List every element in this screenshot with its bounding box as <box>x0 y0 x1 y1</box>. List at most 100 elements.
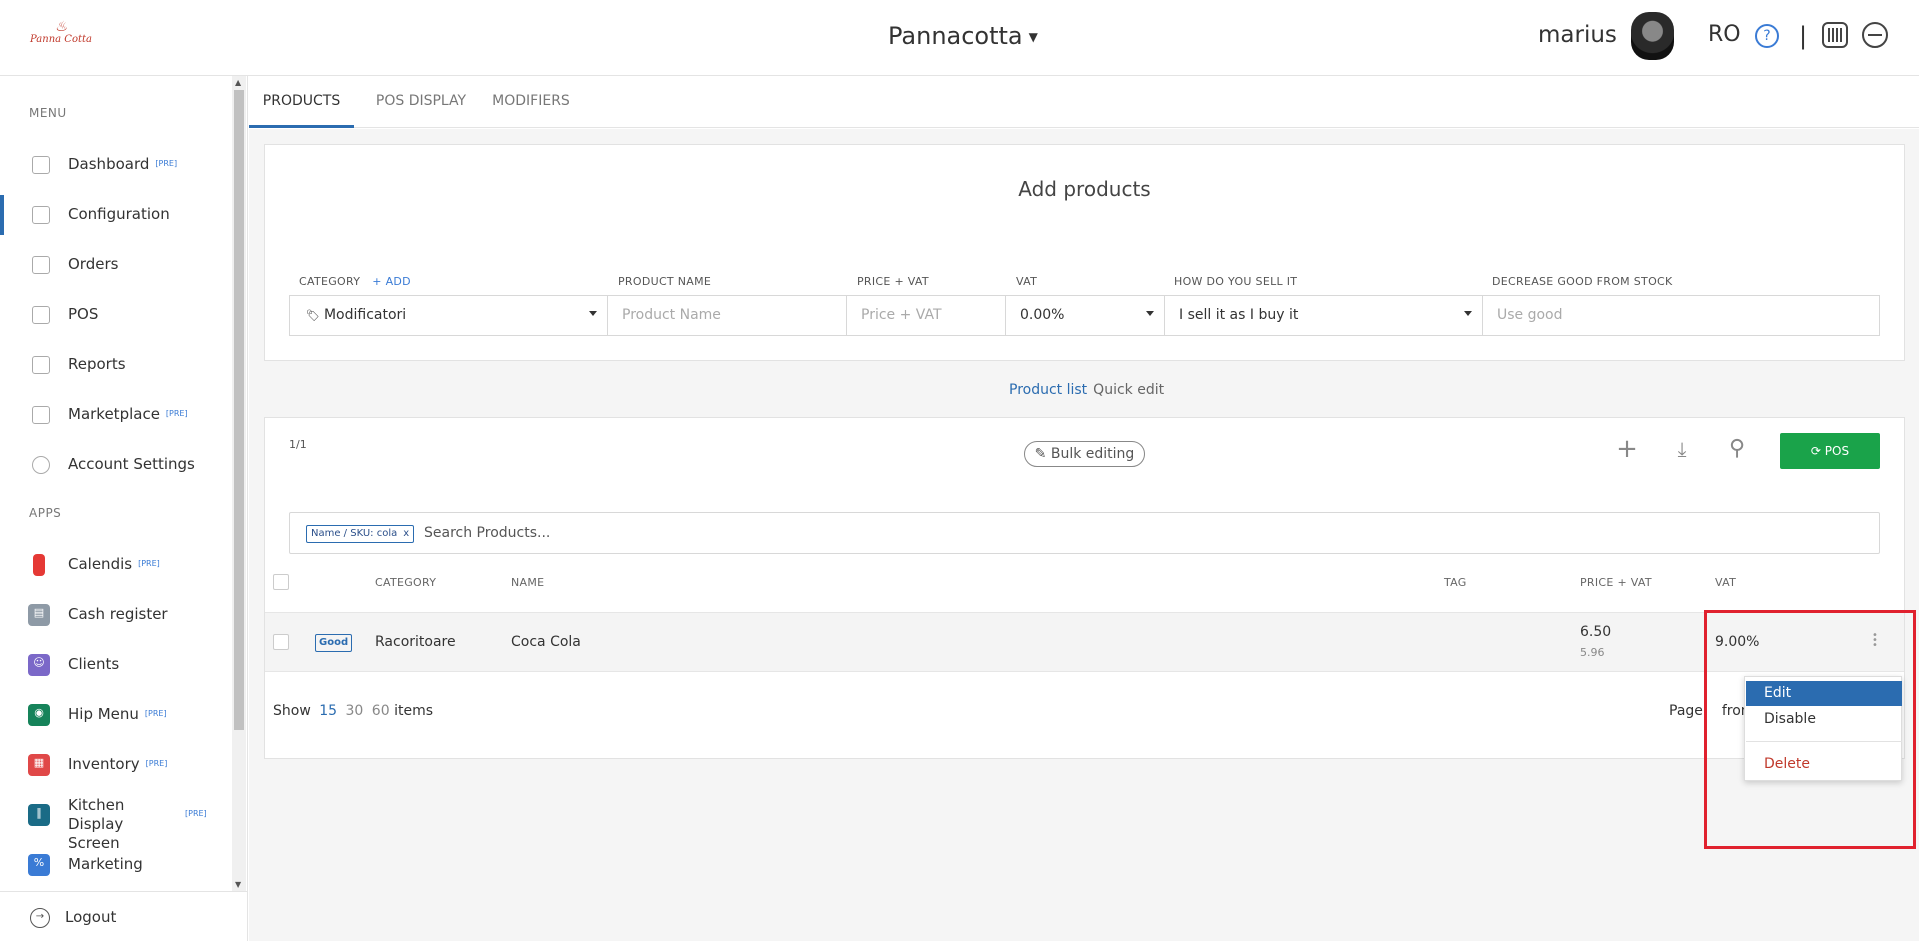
vat-select[interactable]: 0.00% <box>1006 296 1165 335</box>
sidebar-item-reports[interactable]: Reports <box>0 345 232 385</box>
language-switch[interactable]: RO <box>1708 22 1741 47</box>
logout-button[interactable]: → Logout <box>0 891 247 941</box>
row-price-net: 5.96 <box>1580 646 1605 659</box>
avatar[interactable] <box>1631 12 1674 60</box>
pencil-icon: ✎ <box>1034 446 1051 462</box>
gear-icon <box>32 456 50 474</box>
sidebar-item-label: Marketplace <box>68 405 160 423</box>
sidebar-scrollbar[interactable]: ▲ ▼ <box>232 76 246 891</box>
cart-icon <box>32 406 50 424</box>
kitchen-icon: ‖ <box>28 804 50 826</box>
scroll-down-icon[interactable]: ▼ <box>235 880 241 889</box>
search-icon[interactable]: ⚲ <box>1722 434 1752 464</box>
close-icon[interactable]: x <box>403 528 409 539</box>
barcode-icon[interactable] <box>1822 22 1848 48</box>
column-header-name[interactable]: NAME <box>511 576 544 589</box>
scrollbar-thumb[interactable] <box>234 90 244 730</box>
page-size-selector: Show 15 30 60 items <box>273 703 433 719</box>
add-category-link[interactable]: + ADD <box>372 275 411 288</box>
help-icon[interactable]: ? <box>1755 24 1779 48</box>
add-icon[interactable]: + <box>1612 434 1642 464</box>
tab-modifiers[interactable]: MODIFIERS <box>486 76 576 128</box>
sidebar-item-inventory[interactable]: ▦ Inventory [PRE] <box>0 745 232 785</box>
cash-register-icon: ▤ <box>28 604 50 626</box>
tab-products[interactable]: PRODUCTS <box>249 76 354 128</box>
category-label-text: CATEGORY <box>299 275 361 288</box>
search-input[interactable]: Search Products... <box>424 525 550 541</box>
sidebar-item-account-settings[interactable]: Account Settings <box>0 445 232 485</box>
venue-selector[interactable]: Pannacotta ▼ <box>888 22 1038 50</box>
sidebar-item-label: Cash register <box>68 605 168 623</box>
column-header-vat[interactable]: VAT <box>1715 576 1736 589</box>
type-badge: Good <box>315 634 353 652</box>
sidebar-item-kitchen-display[interactable]: ‖ Kitchen Display Screen [PRE] <box>0 795 232 852</box>
row-checkbox[interactable] <box>273 634 289 650</box>
top-header: ♨ Panna Cotta Pannacotta ▼ marius RO ? | <box>0 0 1919 76</box>
pos-sync-button[interactable]: ⟳ POS <box>1780 433 1880 469</box>
how-sell-select[interactable]: I sell it as I buy it <box>1165 296 1483 335</box>
sidebar-item-pos[interactable]: POS <box>0 295 232 335</box>
column-header-category[interactable]: CATEGORY <box>375 576 436 589</box>
row-name[interactable]: Coca Cola <box>511 634 581 650</box>
add-products-card: Add products CATEGORY + ADD PRODUCT NAME … <box>264 144 1905 361</box>
decrease-stock-label: DECREASE GOOD FROM STOCK <box>1492 275 1673 288</box>
clients-icon: ☺ <box>28 654 50 676</box>
bulk-editing-button[interactable]: ✎ Bulk editing <box>1024 441 1145 467</box>
download-icon[interactable]: ⤓ <box>1667 434 1697 464</box>
brand-logo[interactable]: ♨ Panna Cotta <box>28 20 94 52</box>
switch-icon[interactable] <box>1862 22 1888 48</box>
add-product-form: 🏷 Modificatori Product Name Price + VAT 0… <box>289 295 1880 336</box>
category-select[interactable]: 🏷 Modificatori <box>290 296 608 335</box>
chevron-down-icon <box>1146 311 1154 316</box>
sidebar-item-orders[interactable]: Orders <box>0 245 232 285</box>
user-name[interactable]: marius <box>1538 22 1617 48</box>
sidebar-item-configuration[interactable]: Configuration <box>0 195 232 235</box>
sidebar-item-cash-register[interactable]: ▤ Cash register <box>0 595 232 635</box>
sidebar-item-label: Calendis <box>68 555 133 573</box>
product-search[interactable]: Name / SKU: cola x Search Products... <box>289 512 1880 554</box>
how-sell-label: HOW DO YOU SELL IT <box>1174 275 1298 288</box>
items-label: items <box>394 703 434 719</box>
pos-button-label: POS <box>1824 444 1850 458</box>
pre-badge: [PRE] <box>145 759 168 768</box>
vat-label: VAT <box>1016 275 1038 288</box>
sidebar-item-hip-menu[interactable]: ◉ Hip Menu [PRE] <box>0 695 232 735</box>
use-good-input[interactable]: Use good <box>1483 296 1879 335</box>
sync-icon: ⟳ <box>1810 444 1825 458</box>
price-vat-input[interactable]: Price + VAT <box>847 296 1006 335</box>
sidebar-item-label: Inventory <box>68 755 140 773</box>
scroll-up-icon[interactable]: ▲ <box>235 78 241 87</box>
product-list-card: 1/1 ✎ Bulk editing + ⤓ ⚲ ⟳ POS Name / SK… <box>264 417 1905 759</box>
apps-section-title: APPS <box>29 506 62 520</box>
product-list-link[interactable]: Product list <box>1009 382 1087 398</box>
pre-badge: [PRE] <box>165 409 188 418</box>
sidebar-item-label: Marketing <box>68 855 143 873</box>
column-header-tag[interactable]: TAG <box>1444 576 1467 589</box>
show-label: Show <box>273 703 311 719</box>
sidebar-item-label: Configuration <box>68 205 170 223</box>
cake-icon: ♨ <box>54 19 68 35</box>
pre-badge: [PRE] <box>138 559 160 568</box>
column-header-price[interactable]: PRICE + VAT <box>1580 576 1652 589</box>
sidebar-item-dashboard[interactable]: Dashboard [PRE] <box>0 145 232 185</box>
page-size-60[interactable]: 60 <box>372 703 390 719</box>
page-size-30[interactable]: 30 <box>346 703 364 719</box>
category-value: Modificatori <box>323 307 407 323</box>
sidebar-item-marketing[interactable]: % Marketing <box>0 845 232 885</box>
filter-chip[interactable]: Name / SKU: cola x <box>306 525 415 543</box>
select-all-checkbox[interactable] <box>273 574 289 590</box>
page-size-15[interactable]: 15 <box>319 703 337 719</box>
product-name-input[interactable]: Product Name <box>608 296 847 335</box>
row-price: 6.50 <box>1580 624 1612 640</box>
sidebar-item-label: Account Settings <box>68 455 195 473</box>
table-row[interactable]: Good Racoritoare Coca Cola 6.50 5.96 9.0… <box>265 612 1904 672</box>
view-switch: Product list Quick edit <box>1009 382 1164 398</box>
bar-chart-icon <box>32 156 50 174</box>
sidebar-item-calendis[interactable]: Calendis [PRE] <box>0 545 232 585</box>
sidebar-item-marketplace[interactable]: Marketplace [PRE] <box>0 395 232 435</box>
hip-menu-icon: ◉ <box>28 704 50 726</box>
tab-pos-display[interactable]: POS DISPLAY <box>366 76 476 128</box>
caret-down-icon: ▼ <box>1028 30 1038 44</box>
sidebar-item-clients[interactable]: ☺ Clients <box>0 645 232 685</box>
quick-edit-link[interactable]: Quick edit <box>1093 382 1164 398</box>
